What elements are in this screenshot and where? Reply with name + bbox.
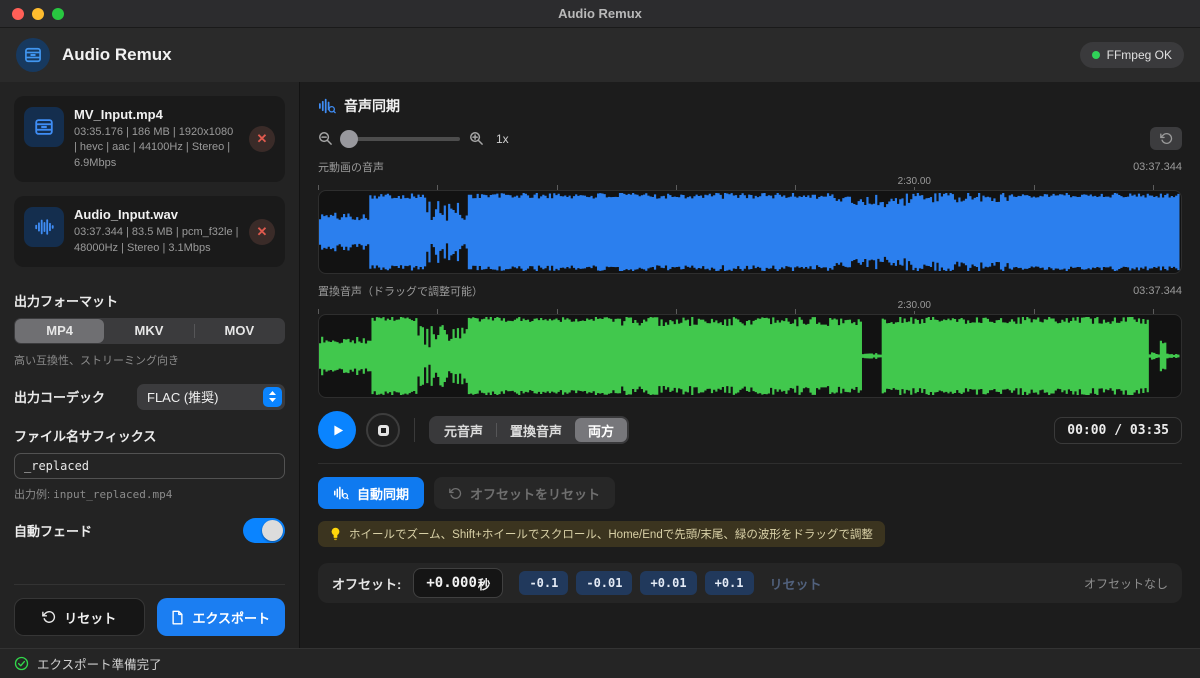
- select-stepper-icon: [263, 387, 282, 407]
- ffmpeg-status-badge: FFmpeg OK: [1080, 42, 1184, 68]
- suffix-input[interactable]: [14, 453, 285, 479]
- replacement-track-duration: 03:37.344: [1133, 285, 1182, 297]
- remove-video-button[interactable]: ✕: [249, 126, 275, 152]
- format-option-mov[interactable]: MOV: [195, 319, 284, 343]
- format-option-mkv[interactable]: MKV: [104, 319, 193, 343]
- tip-text: ホイールでズーム、Shift+ホイールでスクロール、Home/Endで先頭/末尾…: [349, 526, 873, 542]
- reset-view-icon: [1160, 132, 1173, 145]
- replacement-track-label: 置換音声（ドラッグで調整可能）: [318, 283, 483, 299]
- audio-file-name: Audio_Input.wav: [74, 207, 239, 222]
- codec-select[interactable]: FLAC (推奨): [137, 384, 285, 410]
- film-icon: [24, 107, 64, 147]
- output-format-label: 出力フォーマット: [14, 291, 285, 310]
- window-title: Audio Remux: [0, 6, 1200, 21]
- video-file-meta: 03:35.176 | 186 MB | 1920x1080 | hevc | …: [74, 125, 239, 171]
- codec-selected-value: FLAC (推奨): [147, 387, 263, 406]
- mode-original[interactable]: 元音声: [431, 418, 496, 442]
- mode-both[interactable]: 両方: [575, 418, 627, 442]
- file-card-audio: Audio_Input.wav 03:37.344 | 83.5 MB | pc…: [14, 196, 285, 267]
- stop-icon: [378, 425, 389, 436]
- output-example-value: input_replaced.mp4: [53, 488, 172, 501]
- app-title: Audio Remux: [62, 45, 172, 65]
- reset-button[interactable]: リセット: [14, 598, 145, 636]
- waveform-original[interactable]: [318, 190, 1182, 274]
- check-circle-icon: [14, 656, 29, 671]
- zoom-slider[interactable]: [342, 137, 460, 141]
- playback-time: 00:00 / 03:35: [1054, 417, 1182, 444]
- audio-sync-icon: [318, 98, 336, 114]
- timeline-ruler-replacement: 2:30.00: [318, 299, 1182, 314]
- status-text: エクスポート準備完了: [37, 654, 162, 673]
- sync-panel: 音声同期 1x: [300, 82, 1200, 648]
- original-track-duration: 03:37.344: [1133, 161, 1182, 173]
- offset-step-plus-0-01[interactable]: +0.01: [640, 571, 696, 595]
- reset-zoom-button[interactable]: [1150, 127, 1182, 150]
- remove-audio-button[interactable]: ✕: [249, 219, 275, 245]
- export-file-icon: [171, 610, 184, 625]
- offset-bar: オフセット: +0.000 秒 -0.1 -0.01 +0.01 +0.1 リセ…: [318, 563, 1182, 603]
- lightbulb-icon: [330, 527, 341, 541]
- offset-reset-link[interactable]: リセット: [770, 574, 822, 593]
- mode-replacement[interactable]: 置換音声: [497, 418, 575, 442]
- file-card-video: MV_Input.mp4 03:35.176 | 186 MB | 1920x1…: [14, 96, 285, 182]
- zoom-slider-thumb[interactable]: [340, 130, 358, 148]
- format-option-mp4[interactable]: MP4: [15, 319, 104, 343]
- sidebar: MV_Input.mp4 03:35.176 | 186 MB | 1920x1…: [0, 82, 300, 648]
- auto-fade-label: 自動フェード: [14, 521, 92, 540]
- waveform-replacement[interactable]: [318, 314, 1182, 398]
- video-file-name: MV_Input.mp4: [74, 107, 239, 122]
- status-bar: エクスポート準備完了: [0, 648, 1200, 678]
- original-track-label: 元動画の音声: [318, 159, 384, 175]
- stop-button[interactable]: [366, 413, 400, 447]
- codec-label: 出力コーデック: [14, 387, 105, 406]
- sync-panel-title: 音声同期: [344, 96, 400, 116]
- output-format-segmented: MP4 MKV MOV: [14, 318, 285, 344]
- tip-banner: ホイールでズーム、Shift+ホイールでスクロール、Home/Endで先頭/末尾…: [318, 521, 885, 547]
- format-hint: 高い互換性、ストリーミング向き: [14, 352, 285, 368]
- playback-mode-segmented: 元音声 置換音声 両方: [429, 416, 629, 444]
- suffix-label: ファイル名サフィックス: [14, 426, 285, 445]
- offset-step-minus-0-01[interactable]: -0.01: [576, 571, 632, 595]
- play-button[interactable]: [318, 411, 356, 449]
- zoom-level-label: 1x: [496, 132, 509, 146]
- output-example-label: 出力例:: [14, 489, 50, 501]
- reset-offset-icon: [449, 487, 462, 500]
- app-header: Audio Remux FFmpeg OK: [0, 28, 1200, 82]
- status-ok-dot: [1092, 51, 1100, 59]
- play-icon: [330, 423, 345, 438]
- export-button[interactable]: エクスポート: [157, 598, 286, 636]
- app-logo-icon: [16, 38, 50, 72]
- audio-file-meta: 03:37.344 | 83.5 MB | pcm_f32le | 48000H…: [74, 225, 239, 256]
- offset-value-display: +0.000 秒: [413, 568, 503, 598]
- offset-status-text: オフセットなし: [1084, 575, 1168, 592]
- offset-step-plus-0-1[interactable]: +0.1: [705, 571, 754, 595]
- offset-label: オフセット:: [332, 574, 401, 593]
- titlebar: Audio Remux: [0, 0, 1200, 28]
- auto-fade-toggle[interactable]: [243, 518, 285, 543]
- auto-sync-button[interactable]: 自動同期: [318, 477, 424, 509]
- offset-step-minus-0-1[interactable]: -0.1: [519, 571, 568, 595]
- reset-icon: [42, 610, 56, 624]
- timeline-ruler-original: 2:30.00: [318, 175, 1182, 190]
- auto-sync-icon: [333, 486, 349, 500]
- ffmpeg-status-label: FFmpeg OK: [1107, 48, 1172, 62]
- zoom-out-icon[interactable]: [318, 131, 333, 146]
- waveform-icon: [24, 207, 64, 247]
- reset-offset-button[interactable]: オフセットをリセット: [434, 477, 615, 509]
- zoom-in-icon[interactable]: [469, 131, 484, 146]
